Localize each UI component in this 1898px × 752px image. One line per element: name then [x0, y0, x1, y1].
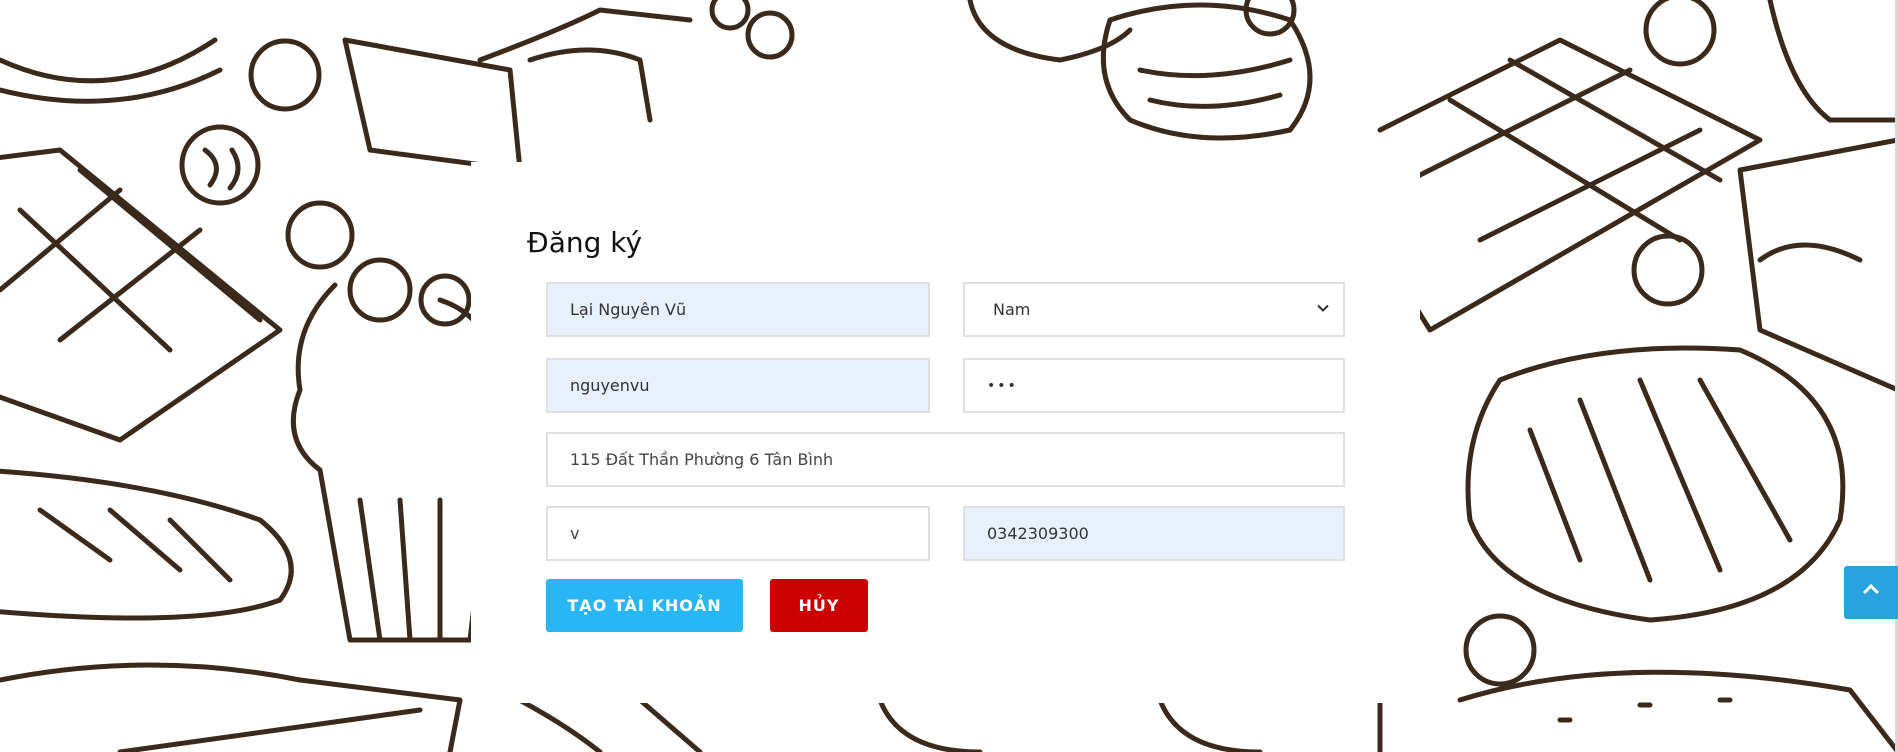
chevron-down-icon [1315, 300, 1331, 320]
password-input[interactable]: ••• [963, 358, 1345, 413]
chevron-up-icon [1860, 579, 1882, 606]
bread-right-doodle [1465, 345, 1846, 623]
back-to-top-button[interactable] [1844, 566, 1898, 619]
create-account-button[interactable]: TẠO TÀI KHOẢN [546, 579, 743, 632]
username-value: nguyenvu [570, 376, 650, 395]
email-input[interactable]: v [546, 506, 930, 561]
coin-doodle [248, 38, 322, 112]
gender-value: Nam [993, 300, 1031, 319]
full-name-input[interactable]: Lại Nguyên Vũ [546, 282, 930, 337]
chocolate-bar-right-doodle [1377, 37, 1763, 333]
address-input[interactable]: 115 Đất Thần Phường 6 Tân Bình [546, 432, 1345, 487]
address-value: 115 Đất Thần Phường 6 Tân Bình [570, 450, 834, 469]
cookie-doodle [1100, 2, 1313, 141]
bowl-doodle [0, 37, 223, 104]
chocolate-bar-doodle [0, 147, 283, 443]
full-name-value: Lại Nguyên Vũ [570, 300, 687, 319]
email-value: v [570, 524, 580, 543]
cancel-button[interactable]: HỦY [770, 579, 868, 632]
password-value: ••• [987, 377, 1018, 394]
username-input[interactable]: nguyenvu [546, 358, 930, 413]
bread-doodle [0, 468, 294, 621]
form-title: Đăng ký [527, 226, 643, 259]
cake-slice-doodle [342, 7, 693, 173]
phone-input[interactable]: 0342309300 [963, 506, 1345, 561]
phone-value: 0342309300 [987, 524, 1089, 543]
register-form-card: Đăng ký Lại Nguyên Vũ Nam nguyenvu ••• 1… [471, 162, 1420, 703]
gender-select[interactable]: Nam [963, 282, 1345, 337]
